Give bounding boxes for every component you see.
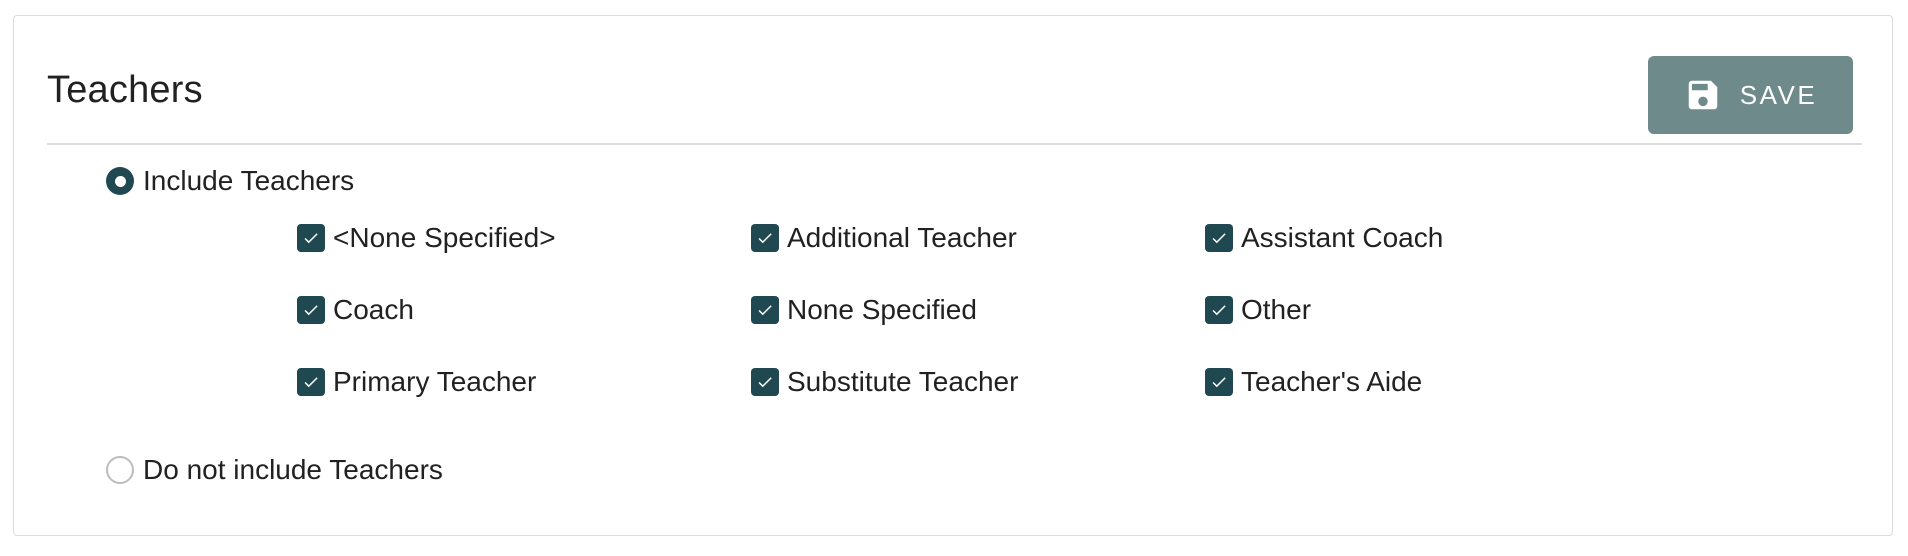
- include-teachers-option[interactable]: Include Teachers: [106, 165, 354, 197]
- teacher-type-option[interactable]: Assistant Coach: [1205, 222, 1443, 254]
- teacher-type-label: Other: [1241, 294, 1312, 325]
- teacher-type-option[interactable]: Teacher's Aide: [1205, 366, 1422, 398]
- teacher-type-label: Primary Teacher: [333, 366, 537, 397]
- teacher-type-label: <None Specified>: [333, 222, 556, 253]
- teacher-type-option[interactable]: None Specified: [751, 294, 977, 326]
- teacher-type-label: Teacher's Aide: [1241, 366, 1423, 397]
- teacher-type-option[interactable]: Coach: [297, 294, 414, 326]
- save-button-label: SAVE: [1739, 79, 1818, 110]
- checkbox-checked[interactable]: [751, 224, 779, 252]
- check-icon: [756, 229, 774, 247]
- teachers-card: Teachers SAVE Include Teachers <None Spe…: [13, 15, 1893, 536]
- exclude-teachers-option[interactable]: Do not include Teachers: [106, 454, 443, 486]
- check-icon: [1210, 301, 1228, 319]
- save-button[interactable]: SAVE: [1648, 56, 1853, 134]
- check-icon: [756, 301, 774, 319]
- checkbox-checked[interactable]: [297, 368, 325, 396]
- include-teachers-radio[interactable]: [106, 167, 134, 195]
- checkbox-checked[interactable]: [1205, 368, 1233, 396]
- teacher-type-option[interactable]: Primary Teacher: [297, 366, 536, 398]
- checkbox-checked[interactable]: [297, 224, 325, 252]
- teacher-type-label: Substitute Teacher: [787, 366, 1019, 397]
- checkbox-checked[interactable]: [1205, 224, 1233, 252]
- divider: [47, 143, 1862, 145]
- check-icon: [302, 229, 320, 247]
- checkbox-checked[interactable]: [1205, 296, 1233, 324]
- check-icon: [1210, 373, 1228, 391]
- check-icon: [302, 373, 320, 391]
- floppy-disk-icon: [1684, 76, 1722, 114]
- teacher-type-option[interactable]: Additional Teacher: [751, 222, 1017, 254]
- check-icon: [302, 301, 320, 319]
- teacher-type-label: Additional Teacher: [787, 222, 1017, 253]
- exclude-teachers-radio[interactable]: [106, 456, 134, 484]
- teacher-type-option[interactable]: Substitute Teacher: [751, 366, 1018, 398]
- teacher-type-option[interactable]: <None Specified>: [297, 222, 556, 254]
- checkbox-checked[interactable]: [751, 296, 779, 324]
- check-icon: [1210, 229, 1228, 247]
- card-title: Teachers: [47, 69, 203, 111]
- teacher-type-label: Assistant Coach: [1241, 222, 1444, 253]
- exclude-teachers-label: Do not include Teachers: [143, 454, 443, 485]
- include-teachers-label: Include Teachers: [143, 165, 355, 196]
- teacher-type-label: None Specified: [787, 294, 977, 325]
- teacher-type-label: Coach: [333, 294, 414, 325]
- teacher-type-option[interactable]: Other: [1205, 294, 1311, 326]
- checkbox-checked[interactable]: [297, 296, 325, 324]
- checkbox-checked[interactable]: [751, 368, 779, 396]
- check-icon: [756, 373, 774, 391]
